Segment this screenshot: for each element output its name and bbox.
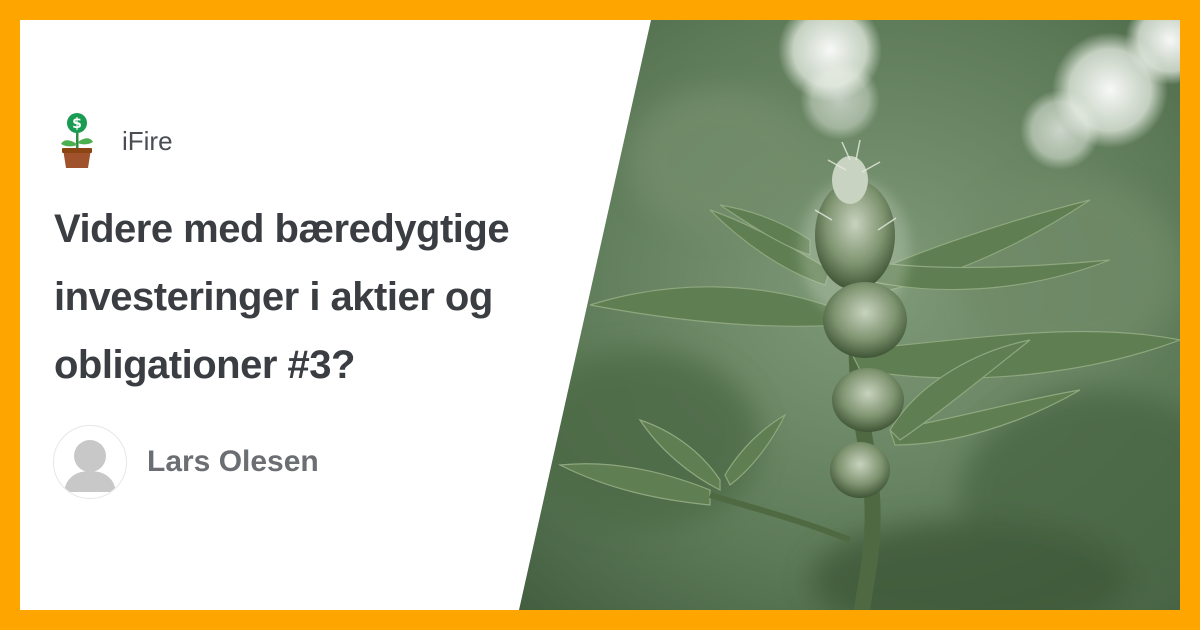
author[interactable]: Lars Olesen bbox=[53, 425, 319, 499]
share-card: $ iFire Videre med bæredygtige investeri… bbox=[0, 0, 1200, 630]
svg-text:$: $ bbox=[72, 116, 82, 132]
article-title: Videre med bæredygtige investeringer i a… bbox=[54, 207, 510, 387]
author-name: Lars Olesen bbox=[147, 445, 319, 478]
money-plant-icon: $ bbox=[61, 113, 93, 168]
default-avatar-icon bbox=[64, 440, 116, 492]
author-avatar bbox=[53, 425, 127, 499]
brand[interactable]: $ iFire bbox=[58, 112, 173, 170]
brand-name: iFire bbox=[122, 125, 173, 156]
